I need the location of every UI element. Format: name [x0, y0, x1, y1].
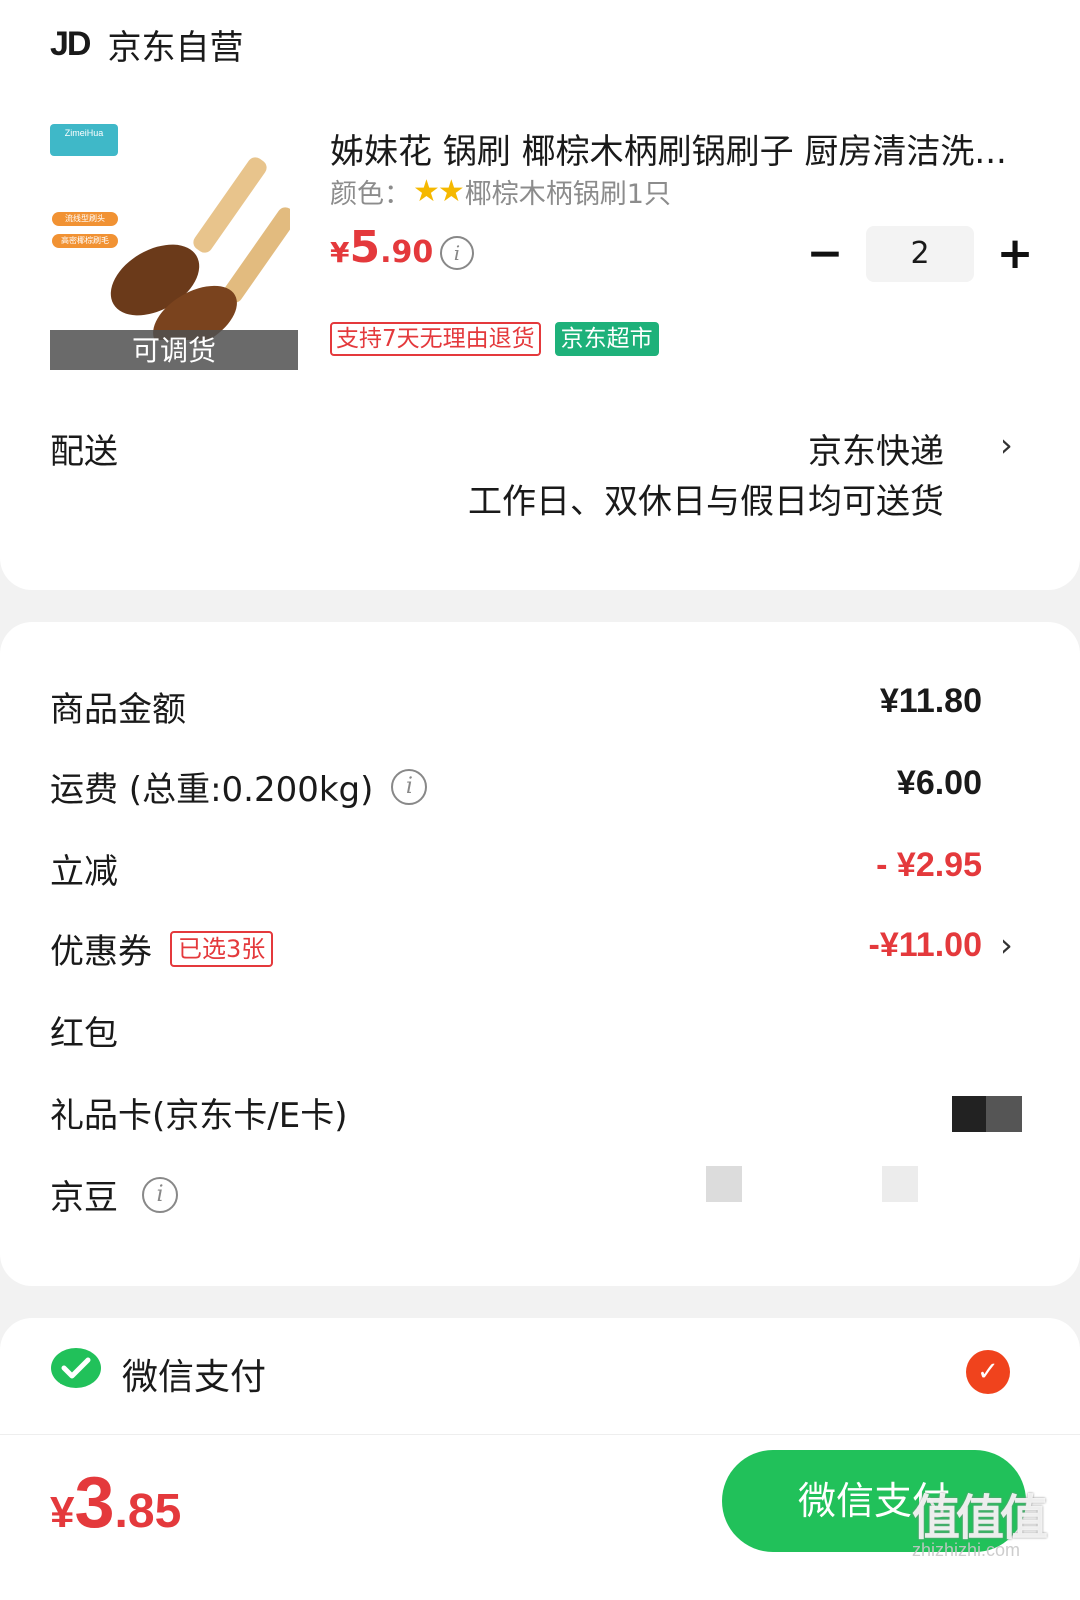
- delivery-schedule[interactable]: 工作日、双休日与假日均可送货: [468, 474, 944, 523]
- product-image[interactable]: ZimeiHua 流线型刷头 高密椰棕刷毛 可调货: [50, 120, 298, 370]
- watermark-url: zhizhizhi.com: [912, 1540, 1021, 1560]
- store-name: 京东自营: [107, 27, 244, 68]
- jingdou-info-icon[interactable]: i: [142, 1176, 178, 1213]
- jd-logo: JD: [50, 24, 91, 63]
- delivery-method[interactable]: 京东快递: [808, 424, 944, 473]
- coupon-value[interactable]: -¥11.00: [869, 926, 982, 965]
- product-variant[interactable]: 颜色： ★★ 椰棕木柄锅刷1只: [330, 172, 671, 211]
- jingdou-row: 京豆 i: [50, 1170, 178, 1219]
- coupon-label: 优惠券: [50, 932, 152, 972]
- price-decimal: .90: [380, 235, 434, 270]
- discount-label: 立减: [50, 852, 118, 892]
- gift-card-toggle[interactable]: [952, 1096, 986, 1132]
- increase-button[interactable]: +: [990, 226, 1040, 282]
- goods-amount-value: ¥11.80: [879, 682, 982, 720]
- goods-amount-label: 商品金额: [50, 690, 186, 730]
- shipping-value: ¥6.00: [896, 764, 982, 802]
- price-info-icon[interactable]: i: [440, 236, 474, 270]
- jingdou-label: 京豆: [50, 1178, 118, 1218]
- shipping-info-icon[interactable]: i: [391, 768, 428, 805]
- red-packet-label[interactable]: 红包: [50, 1006, 118, 1055]
- supermarket-badge: 京东超市: [554, 322, 659, 356]
- store-header[interactable]: JD 京东自营: [50, 22, 244, 68]
- variant-label: 颜色：: [330, 179, 411, 210]
- wechat-pay-icon: [51, 1348, 101, 1388]
- price-integer: 5: [349, 222, 381, 273]
- delivery-label: 配送: [50, 432, 118, 472]
- total-decimal: .85: [114, 1485, 182, 1538]
- product-card: JD 京东自营 ZimeiHua 流线型刷头 高密椰棕刷毛 可调货 姊妹花 锅刷…: [0, 0, 1080, 590]
- image-overlay-label: 可调货: [50, 330, 298, 370]
- shipping-label: 运费 (总重:0.200kg): [50, 770, 374, 810]
- chevron-right-icon[interactable]: ›: [1000, 426, 1013, 464]
- decrease-button[interactable]: −: [800, 226, 850, 282]
- chevron-right-icon[interactable]: ›: [1000, 926, 1013, 964]
- price-currency: ¥: [330, 236, 350, 269]
- product-price: ¥ 5 .90: [330, 222, 433, 273]
- gift-card-toggle-knob: [986, 1096, 1022, 1132]
- total-integer: 3: [74, 1463, 115, 1543]
- quantity-stepper: − 2 +: [800, 226, 1040, 282]
- total-price: ¥ 3 .85: [50, 1462, 181, 1544]
- jingdou-placeholder: [706, 1166, 742, 1202]
- jingdou-placeholder: [882, 1166, 918, 1202]
- brush-illustration: [110, 157, 290, 340]
- shipping-row: 运费 (总重:0.200kg) i: [50, 762, 428, 811]
- gift-card-label[interactable]: 礼品卡(京东卡/E卡): [50, 1088, 347, 1137]
- payment-method-label[interactable]: 微信支付: [122, 1348, 266, 1400]
- product-title[interactable]: 姊妹花 锅刷 椰棕木柄刷锅刷子 厨房清洁洗...: [330, 124, 1030, 173]
- total-currency: ¥: [50, 1488, 75, 1537]
- star-icon: ★★: [413, 174, 465, 209]
- variant-value: 椰棕木柄锅刷1只: [464, 179, 671, 210]
- coupon-selected-badge: 已选3张: [170, 930, 274, 967]
- discount-value: - ¥2.95: [876, 846, 982, 884]
- check-icon[interactable]: ✓: [966, 1350, 1010, 1394]
- watermark-logo: 值值值: [912, 1490, 1048, 1546]
- product-badges: 支持7天无理由退货 京东超市: [330, 322, 659, 356]
- divider: [0, 1434, 1080, 1435]
- coupon-row[interactable]: 优惠券 已选3张: [50, 924, 274, 973]
- return-policy-badge: 支持7天无理由退货: [330, 322, 541, 356]
- quantity-input[interactable]: 2: [866, 226, 974, 282]
